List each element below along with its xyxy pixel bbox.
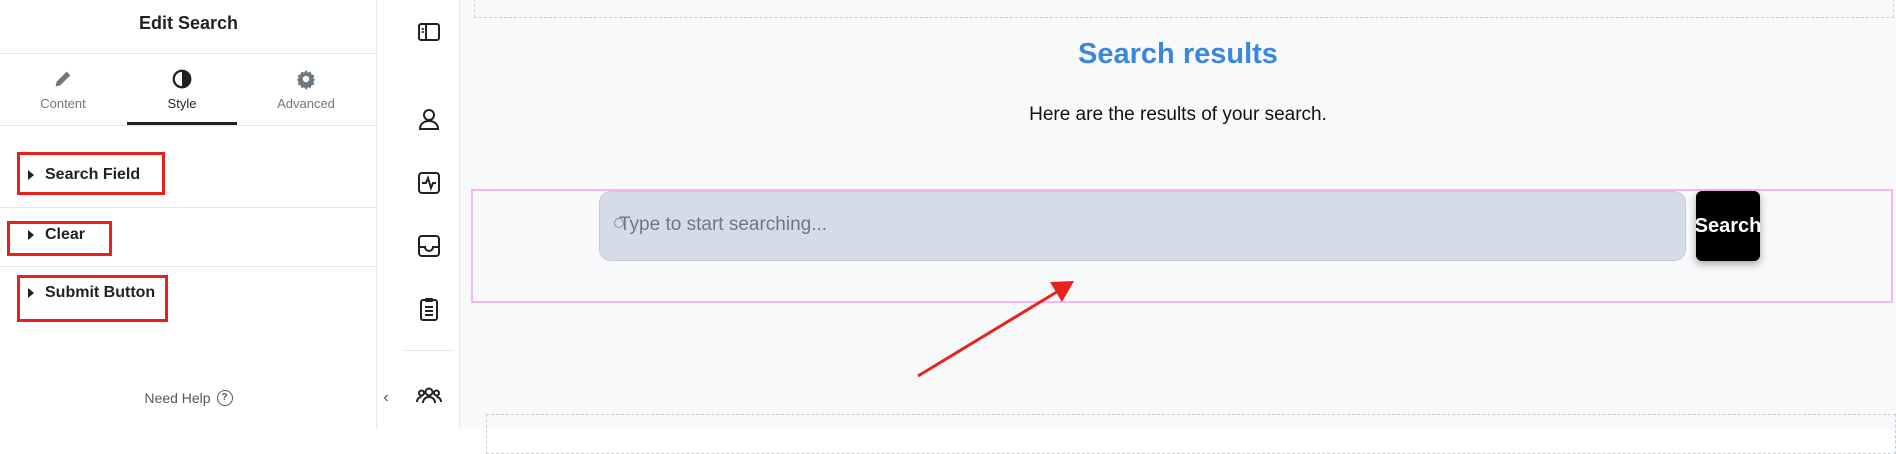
page-title: Search results bbox=[1078, 38, 1278, 70]
tab-label: Advanced bbox=[277, 96, 335, 111]
gear-icon bbox=[295, 68, 317, 90]
activity-icon[interactable] bbox=[415, 169, 443, 197]
need-help-link[interactable]: Need Help ? bbox=[0, 390, 377, 406]
annotation-box bbox=[7, 221, 112, 256]
question-icon: ? bbox=[216, 390, 233, 406]
collapse-panel-button[interactable]: ‹ bbox=[377, 388, 395, 408]
user-icon[interactable] bbox=[415, 105, 443, 133]
panel-title: Edit Search bbox=[0, 0, 377, 54]
icon-bar bbox=[398, 0, 460, 429]
tab-content[interactable]: Content bbox=[13, 54, 113, 126]
tab-label: Content bbox=[40, 96, 86, 111]
annotation-arrow bbox=[917, 281, 1074, 378]
half-circle-icon bbox=[171, 68, 193, 90]
active-tab-indicator bbox=[127, 122, 237, 125]
sidebar-toggle-icon[interactable] bbox=[415, 18, 443, 46]
panel-tabs: Content Style Advanced bbox=[0, 54, 377, 126]
drop-zone bbox=[486, 414, 1896, 454]
tab-label: Style bbox=[167, 96, 197, 111]
inbox-icon[interactable] bbox=[415, 232, 443, 260]
edit-panel: Edit Search Content Style Advanced Searc… bbox=[0, 0, 377, 429]
clipboard-icon[interactable] bbox=[415, 295, 443, 323]
annotation-box bbox=[17, 275, 168, 322]
tab-style[interactable]: Style bbox=[127, 54, 237, 126]
drop-zone bbox=[474, 0, 1894, 18]
search-placeholder: Type to start searching... bbox=[619, 214, 828, 235]
annotation-box bbox=[17, 152, 165, 195]
tab-advanced[interactable]: Advanced bbox=[250, 54, 362, 126]
divider bbox=[404, 350, 454, 351]
pencil-icon bbox=[52, 68, 74, 90]
page-subtitle: Here are the results of your search. bbox=[1029, 104, 1327, 125]
search-button[interactable]: Search bbox=[1695, 191, 1761, 261]
users-icon[interactable] bbox=[415, 382, 443, 410]
help-label: Need Help bbox=[144, 390, 211, 406]
